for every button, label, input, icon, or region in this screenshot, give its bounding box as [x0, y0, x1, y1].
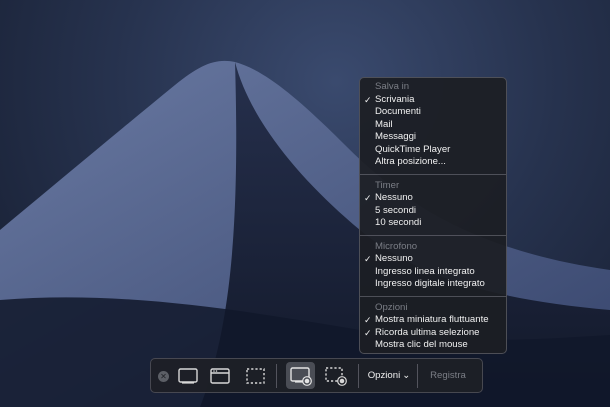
menu-section-header: Salva in [375, 81, 410, 92]
menu-item[interactable]: ✓ Nessuno [360, 253, 506, 266]
menu-item-label: Messaggi [375, 131, 417, 142]
menu-item[interactable]: Altra posizione... [360, 156, 506, 169]
menu-item-label: Ingresso digitale integrato [375, 278, 485, 289]
close-toolbar-button[interactable]: ✕ [158, 371, 169, 382]
toolbar-divider [358, 364, 359, 388]
checkmark-icon: ✓ [364, 327, 372, 338]
menu-item-label: Ricorda ultima selezione [375, 326, 480, 338]
menu-item[interactable]: ✓ Mostra miniatura fluttuante [360, 314, 506, 327]
menu-separator [360, 234, 506, 236]
screenshot-toolbar: ✕ Opzioni ⌄ Registra [150, 358, 483, 393]
capture-selected-portion-button[interactable] [245, 366, 267, 386]
menu-item[interactable]: Mostra clic del mouse [360, 339, 506, 352]
options-button[interactable]: Opzioni ⌄ [363, 367, 415, 385]
menu-item[interactable]: 5 secondi [360, 205, 506, 218]
close-icon: ✕ [160, 372, 167, 381]
desktop-wallpaper [0, 0, 610, 407]
menu-item[interactable]: QuickTime Player [360, 144, 506, 157]
screen-icon [178, 368, 198, 384]
menu-item-label: Mail [375, 118, 393, 130]
menu-item[interactable]: Messaggi [360, 131, 506, 144]
options-label: Opzioni [367, 370, 401, 381]
record-screen-icon [290, 367, 312, 386]
capture-entire-screen-button[interactable] [177, 366, 199, 386]
menu-item[interactable]: Ingresso digitale integrato [360, 278, 506, 291]
menu-item-label: Documenti [375, 106, 421, 117]
menu-section-header: Microfono [375, 240, 418, 252]
dune-illustration [0, 60, 610, 407]
menu-item-label: Mostra miniatura fluttuante [375, 314, 489, 325]
menu-item[interactable]: ✓ Scrivania [360, 94, 506, 107]
dashed-selection-icon [246, 368, 265, 384]
menu-item-label: QuickTime Player [375, 143, 451, 155]
menu-item-label: Mostra clic del mouse [375, 339, 468, 350]
record-selected-portion-button[interactable] [323, 365, 349, 389]
menu-section-header: Timer [375, 179, 400, 191]
window-icon [210, 368, 230, 384]
capture-window-button[interactable] [209, 366, 231, 386]
menu-item-label: Nessuno [375, 192, 413, 203]
checkmark-icon: ✓ [364, 254, 372, 264]
menu-item[interactable]: 10 secondi [360, 217, 506, 230]
menu-item-label: Nessuno [375, 253, 413, 264]
record-button[interactable]: Registra [417, 367, 479, 385]
menu-item-label: 5 secondi [375, 204, 417, 216]
menu-item-label: Altra posizione... [375, 156, 446, 167]
menu-item-label: 10 secondi [375, 217, 422, 228]
menu-item-label: Ingresso linea integrato [375, 265, 475, 277]
menu-item[interactable]: ✓ Ricorda ultima selezione [360, 327, 506, 340]
record-entire-screen-button[interactable] [288, 364, 314, 388]
options-menu: Salva in ✓ Scrivania Documenti Mail Messaggi Q… [359, 77, 507, 354]
chevron-down-icon: ⌄ [402, 370, 411, 381]
menu-section-header: Opzioni [375, 301, 408, 313]
toolbar-divider [276, 364, 277, 388]
menu-item-label: Scrivania [375, 93, 415, 105]
record-selection-icon [325, 367, 347, 386]
checkmark-icon: ✓ [364, 193, 372, 203]
menu-item[interactable]: Ingresso linea integrato [360, 266, 506, 279]
menu-separator [360, 295, 506, 297]
checkmark-icon: ✓ [364, 315, 372, 325]
menu-item[interactable]: Documenti [360, 106, 506, 119]
menu-item[interactable]: Mail [360, 119, 506, 132]
menu-item[interactable]: ✓ Nessuno [360, 192, 506, 205]
checkmark-icon: ✓ [364, 94, 372, 105]
menu-separator [360, 173, 506, 175]
